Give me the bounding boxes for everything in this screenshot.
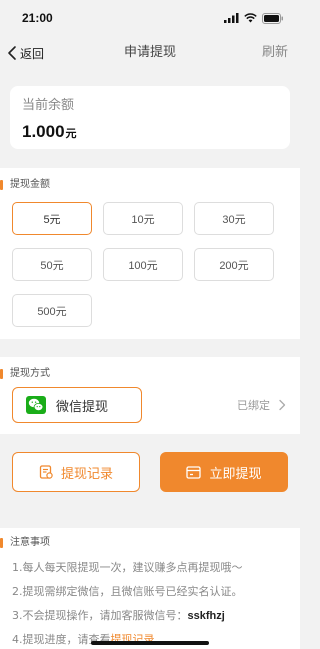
amount-section-title: 提现金额 [0, 178, 300, 192]
page-title: 申请提现 [123, 45, 176, 60]
note-line-4: 4.提现进度，请查看提现记录 [0, 628, 300, 649]
support-wechat-id: sskfhzj [187, 610, 225, 622]
nav-bar: 返回 申请提现 刷新 [0, 36, 300, 70]
status-icons [224, 12, 284, 24]
withdraw-record-button[interactable]: 提现记录 [12, 452, 140, 492]
balance-card: 当前余额 1.000元 [10, 86, 290, 149]
bind-status-label: 已绑定 [237, 399, 270, 412]
balance-unit: 元 [65, 128, 77, 140]
amount-option-10[interactable]: 10元 [103, 202, 183, 235]
home-indicator[interactable] [91, 641, 209, 645]
bind-status[interactable]: 已绑定 [237, 387, 286, 423]
amount-option-200[interactable]: 200元 [194, 248, 274, 281]
balance-value: 1.000 [22, 122, 65, 141]
amount-option-30[interactable]: 30元 [194, 202, 274, 235]
chevron-left-icon [8, 46, 16, 60]
withdraw-now-label: 立即提现 [209, 466, 262, 482]
wallet-icon [186, 465, 202, 479]
withdraw-now-button[interactable]: 立即提现 [160, 452, 288, 492]
wechat-icon [26, 396, 46, 414]
status-bar: 21:00 [0, 0, 300, 36]
back-label: 返回 [20, 46, 45, 61]
amount-option-50[interactable]: 50元 [12, 248, 92, 281]
amount-option-100[interactable]: 100元 [103, 248, 183, 281]
withdraw-record-label: 提现记录 [60, 466, 113, 482]
note-line-3-text: 3.不会提现操作，请加客服微信号： [12, 609, 188, 622]
amount-option-500[interactable]: 500元 [12, 294, 92, 327]
back-button[interactable]: 返回 [6, 36, 44, 70]
battery-icon [262, 12, 283, 24]
signal-icon [224, 13, 239, 23]
method-section: 提现方式 微信提现 已绑定 [0, 357, 300, 434]
note-line-3: 3.不会提现操作，请加客服微信号：sskfhzj [0, 604, 300, 628]
refresh-button[interactable]: 刷新 [262, 36, 288, 70]
note-line-2: 2.提现需绑定微信，且微信账号已经实名认证。 [12, 585, 243, 598]
wechat-method-label: 微信提现 [56, 399, 109, 415]
notes-section-title: 注意事项 [0, 536, 300, 550]
notes-section: 注意事项 1.每人每天限提现一次，建议赚多点再提现哦～ 2.提现需绑定微信，且微… [0, 528, 300, 649]
amount-section: 提现金额 5元 10元 30元 50元 100元 200元 500元 [0, 168, 300, 339]
amount-option-5[interactable]: 5元 [12, 202, 92, 235]
method-section-title: 提现方式 [0, 367, 300, 381]
note-line-1: 1.每人每天限提现一次，建议赚多点再提现哦～ [12, 561, 243, 574]
record-icon [39, 465, 53, 479]
balance-label: 当前余额 [22, 98, 75, 113]
balance-amount: 1.000元 [22, 122, 278, 142]
wechat-method-button[interactable]: 微信提现 [12, 387, 142, 423]
wifi-icon [244, 13, 257, 23]
status-time: 21:00 [22, 11, 53, 25]
chevron-right-icon [279, 399, 286, 411]
